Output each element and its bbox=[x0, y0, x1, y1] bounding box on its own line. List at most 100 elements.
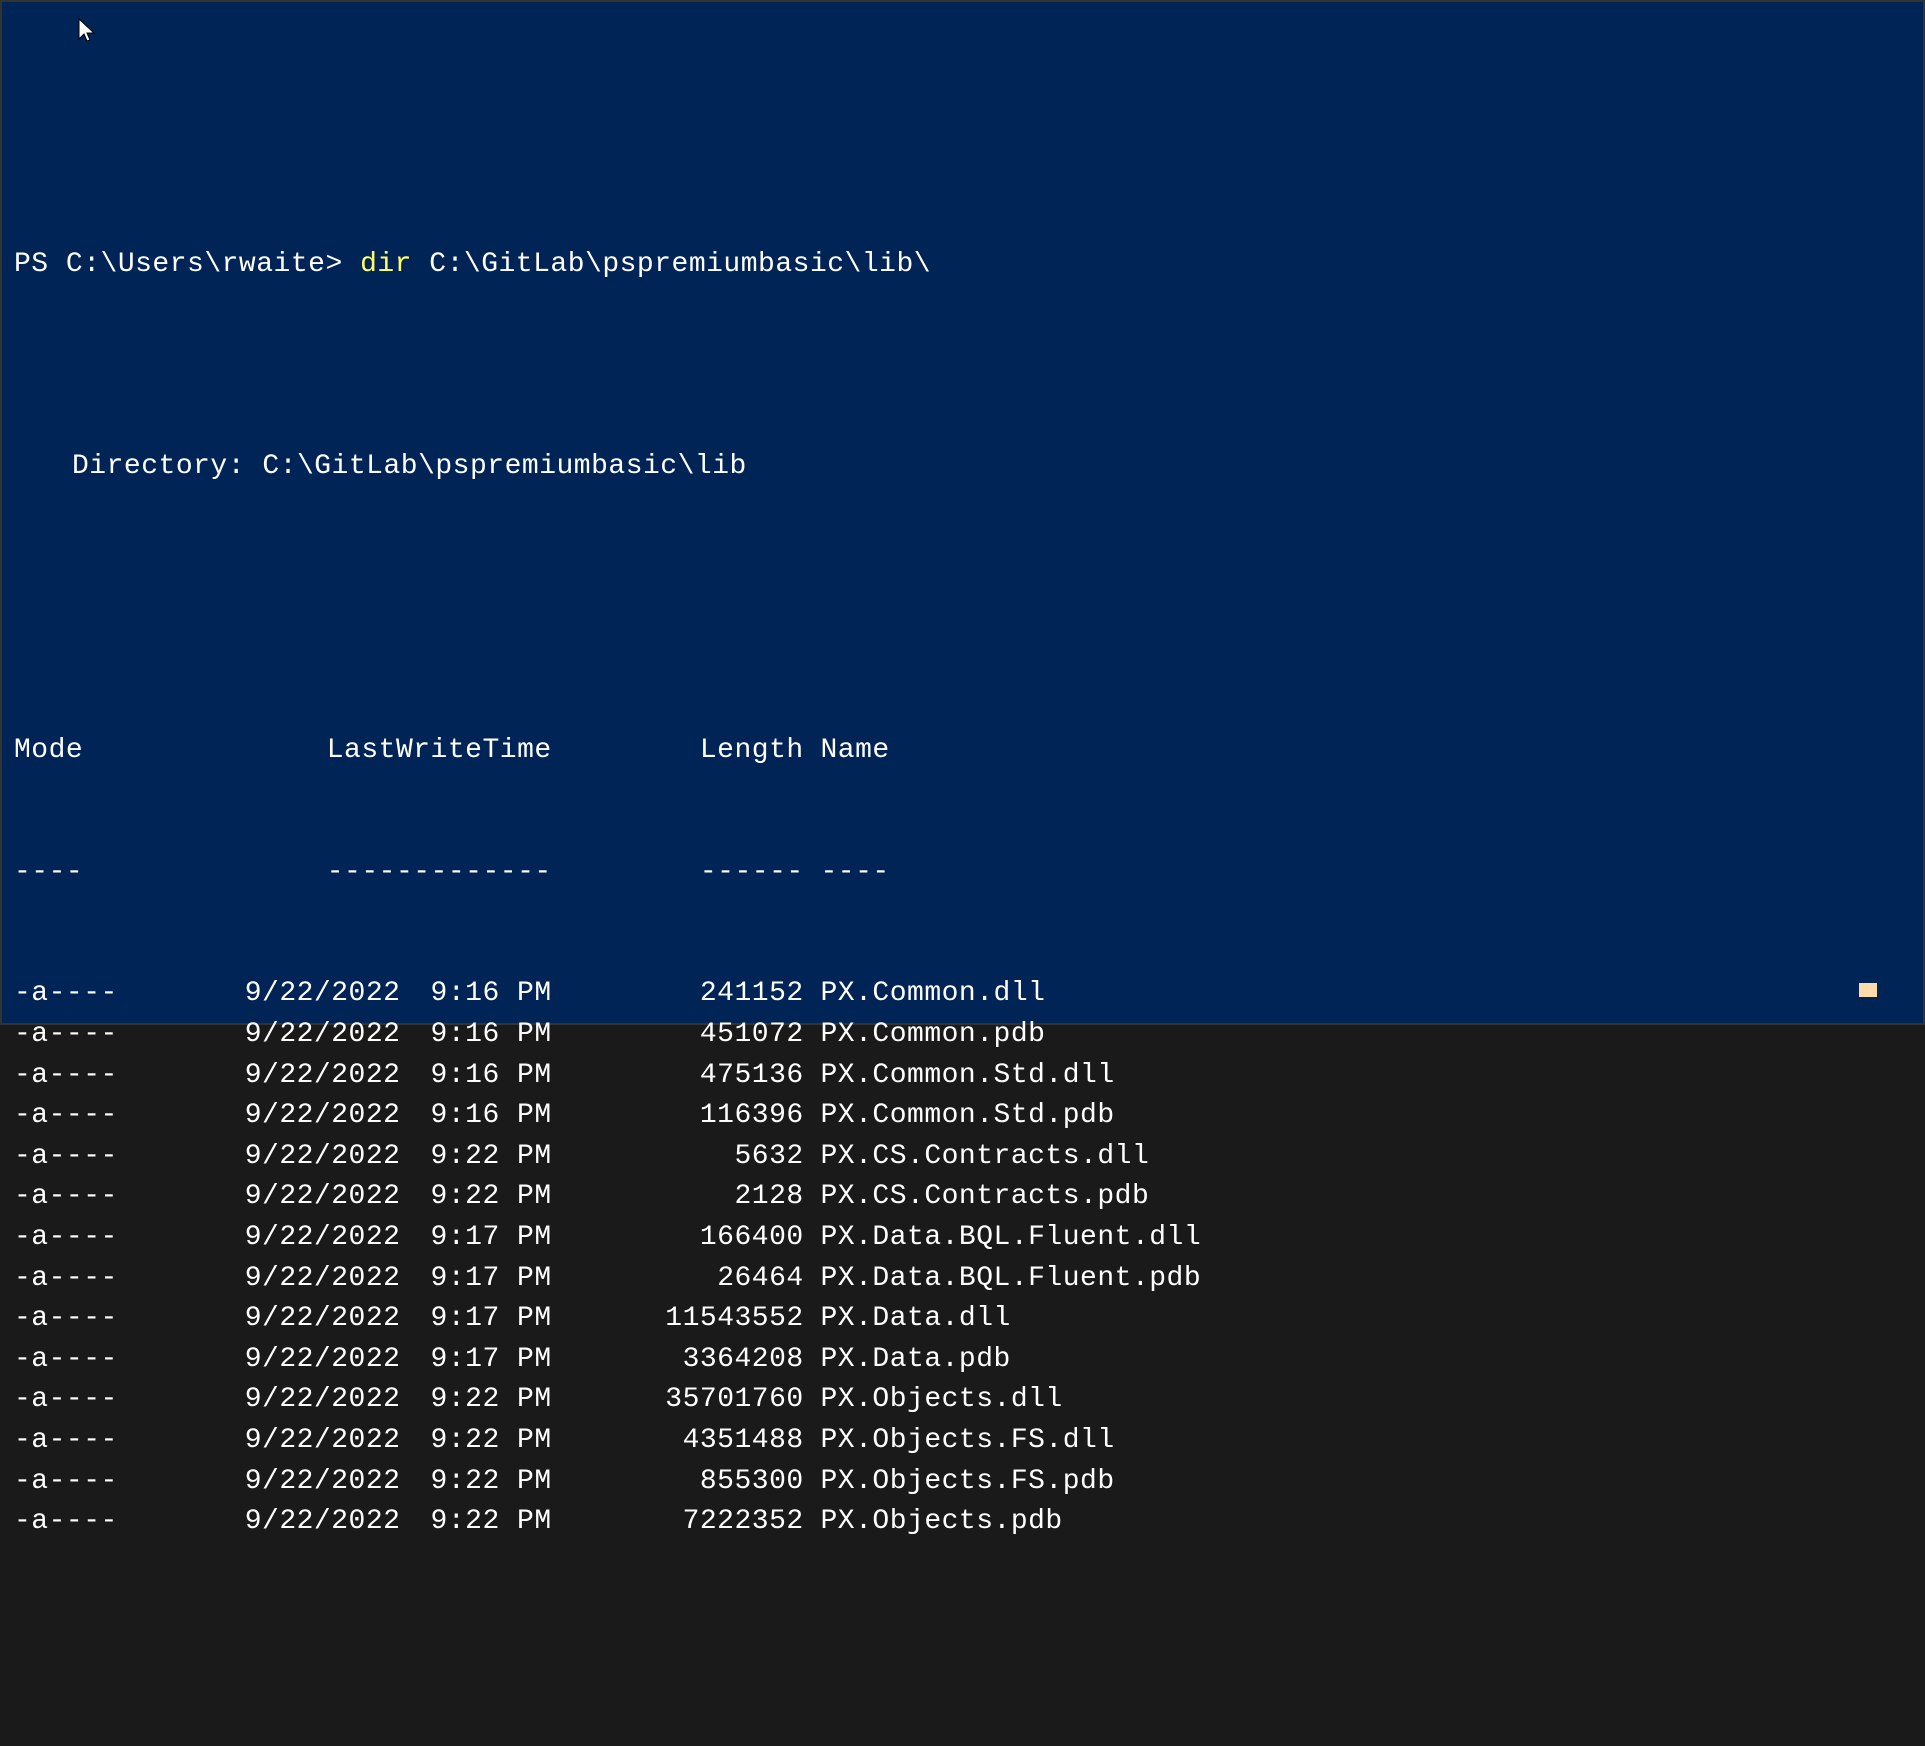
cell-length: 7222352 bbox=[552, 1502, 804, 1543]
cell-time: 9:17 PM bbox=[400, 1299, 551, 1340]
cell-length: 4351488 bbox=[552, 1421, 804, 1462]
cell-time: 9:22 PM bbox=[400, 1421, 551, 1462]
table-row: -a----9/22/20229:17 PM166400PX.Data.BQL.… bbox=[14, 1218, 1911, 1259]
cell-length: 35701760 bbox=[552, 1380, 804, 1421]
cell-length: 166400 bbox=[552, 1218, 804, 1259]
cell-length: 241152 bbox=[552, 974, 804, 1015]
cell-time: 9:16 PM bbox=[400, 1015, 551, 1056]
command-name: dir bbox=[360, 249, 412, 280]
column-header-lastwritetime: LastWriteTime bbox=[115, 731, 552, 772]
table-row: -a----9/22/20229:16 PM241152PX.Common.dl… bbox=[14, 974, 1911, 1015]
cell-length: 451072 bbox=[552, 1015, 804, 1056]
file-listing-table: ModeLastWriteTimeLengthName ------------… bbox=[14, 650, 1911, 1624]
cell-date: 9/22/2022 bbox=[115, 1462, 401, 1503]
cell-date: 9/22/2022 bbox=[115, 1502, 401, 1543]
cell-filename: PX.Objects.FS.dll bbox=[804, 1421, 1115, 1462]
column-header-name: Name bbox=[804, 731, 890, 772]
cell-date: 9/22/2022 bbox=[115, 1137, 401, 1178]
cell-date: 9/22/2022 bbox=[115, 974, 401, 1015]
cell-time: 9:16 PM bbox=[400, 1096, 551, 1137]
table-row: -a----9/22/20229:17 PM11543552PX.Data.dl… bbox=[14, 1299, 1911, 1340]
table-header-row: ModeLastWriteTimeLengthName bbox=[14, 731, 1911, 772]
table-row: -a----9/22/20229:17 PM26464PX.Data.BQL.F… bbox=[14, 1259, 1911, 1300]
cell-date: 9/22/2022 bbox=[115, 1340, 401, 1381]
cell-mode: -a---- bbox=[14, 1421, 115, 1462]
cell-time: 9:22 PM bbox=[400, 1462, 551, 1503]
cell-date: 9/22/2022 bbox=[115, 1218, 401, 1259]
cell-date: 9/22/2022 bbox=[115, 1177, 401, 1218]
cell-filename: PX.Objects.dll bbox=[804, 1380, 1063, 1421]
directory-header: Directory: C:\GitLab\pspremiumbasic\lib bbox=[14, 447, 1911, 488]
table-row: -a----9/22/20229:22 PM4351488PX.Objects.… bbox=[14, 1421, 1911, 1462]
divider-name: ---- bbox=[804, 853, 890, 894]
cell-mode: -a---- bbox=[14, 1340, 115, 1381]
cell-filename: PX.Data.BQL.Fluent.dll bbox=[804, 1218, 1201, 1259]
cell-mode: -a---- bbox=[14, 1502, 115, 1543]
cell-mode: -a---- bbox=[14, 974, 115, 1015]
powershell-terminal[interactable]: PS C:\Users\rwaite> dir C:\GitLab\psprem… bbox=[0, 0, 1925, 1025]
table-row: -a----9/22/20229:17 PM3364208PX.Data.pdb bbox=[14, 1340, 1911, 1381]
cell-length: 116396 bbox=[552, 1096, 804, 1137]
cell-filename: PX.CS.Contracts.dll bbox=[804, 1137, 1150, 1178]
cell-mode: -a---- bbox=[14, 1096, 115, 1137]
cell-mode: -a---- bbox=[14, 1015, 115, 1056]
cell-filename: PX.Common.Std.pdb bbox=[804, 1096, 1115, 1137]
cell-mode: -a---- bbox=[14, 1380, 115, 1421]
cell-length: 3364208 bbox=[552, 1340, 804, 1381]
directory-path: C:\GitLab\pspremiumbasic\lib bbox=[262, 451, 746, 482]
table-row: -a----9/22/20229:22 PM855300PX.Objects.F… bbox=[14, 1462, 1911, 1503]
cell-date: 9/22/2022 bbox=[115, 1056, 401, 1097]
cell-filename: PX.Common.pdb bbox=[804, 1015, 1046, 1056]
cell-filename: PX.Data.dll bbox=[804, 1299, 1011, 1340]
table-row: -a----9/22/20229:22 PM5632PX.CS.Contract… bbox=[14, 1137, 1911, 1178]
table-row: -a----9/22/20229:16 PM475136PX.Common.St… bbox=[14, 1056, 1911, 1097]
mouse-cursor-icon bbox=[77, 17, 97, 45]
divider-length: ------ bbox=[552, 853, 804, 894]
cell-date: 9/22/2022 bbox=[115, 1421, 401, 1462]
cell-length: 26464 bbox=[552, 1259, 804, 1300]
table-row: -a----9/22/20229:22 PM7222352PX.Objects.… bbox=[14, 1502, 1911, 1543]
terminal-cursor bbox=[1859, 983, 1877, 997]
cell-length: 2128 bbox=[552, 1177, 804, 1218]
command-argument: C:\GitLab\pspremiumbasic\lib\ bbox=[412, 249, 931, 280]
cell-filename: PX.Common.Std.dll bbox=[804, 1056, 1115, 1097]
cell-length: 475136 bbox=[552, 1056, 804, 1097]
cell-mode: -a---- bbox=[14, 1259, 115, 1300]
cell-time: 9:17 PM bbox=[400, 1218, 551, 1259]
cell-mode: -a---- bbox=[14, 1137, 115, 1178]
cell-mode: -a---- bbox=[14, 1299, 115, 1340]
cell-filename: PX.Objects.FS.pdb bbox=[804, 1462, 1115, 1503]
cell-length: 11543552 bbox=[552, 1299, 804, 1340]
cell-mode: -a---- bbox=[14, 1177, 115, 1218]
cell-time: 9:16 PM bbox=[400, 974, 551, 1015]
cell-mode: -a---- bbox=[14, 1462, 115, 1503]
prompt-prefix: PS C:\Users\rwaite> bbox=[14, 249, 360, 280]
directory-label: Directory: bbox=[72, 451, 262, 482]
column-header-mode: Mode bbox=[14, 731, 115, 772]
cell-mode: -a---- bbox=[14, 1218, 115, 1259]
cell-time: 9:17 PM bbox=[400, 1340, 551, 1381]
table-row: -a----9/22/20229:16 PM451072PX.Common.pd… bbox=[14, 1015, 1911, 1056]
cell-date: 9/22/2022 bbox=[115, 1096, 401, 1137]
cell-filename: PX.Data.pdb bbox=[804, 1340, 1011, 1381]
cell-time: 9:22 PM bbox=[400, 1380, 551, 1421]
cell-filename: PX.CS.Contracts.pdb bbox=[804, 1177, 1150, 1218]
divider-mode: ---- bbox=[14, 853, 115, 894]
cell-time: 9:22 PM bbox=[400, 1137, 551, 1178]
cell-time: 9:22 PM bbox=[400, 1177, 551, 1218]
table-divider-row: --------------------------- bbox=[14, 853, 1911, 894]
table-row: -a----9/22/20229:22 PM2128PX.CS.Contract… bbox=[14, 1177, 1911, 1218]
cell-length: 855300 bbox=[552, 1462, 804, 1503]
cell-filename: PX.Data.BQL.Fluent.pdb bbox=[804, 1259, 1201, 1300]
cell-time: 9:17 PM bbox=[400, 1259, 551, 1300]
cell-length: 5632 bbox=[552, 1137, 804, 1178]
cell-date: 9/22/2022 bbox=[115, 1259, 401, 1300]
command-line: PS C:\Users\rwaite> dir C:\GitLab\psprem… bbox=[14, 245, 1911, 286]
cell-date: 9/22/2022 bbox=[115, 1299, 401, 1340]
cell-date: 9/22/2022 bbox=[115, 1015, 401, 1056]
cell-time: 9:22 PM bbox=[400, 1502, 551, 1543]
cell-date: 9/22/2022 bbox=[115, 1380, 401, 1421]
column-header-length: Length bbox=[552, 731, 804, 772]
cell-time: 9:16 PM bbox=[400, 1056, 551, 1097]
divider-lastwritetime: ------------- bbox=[115, 853, 552, 894]
